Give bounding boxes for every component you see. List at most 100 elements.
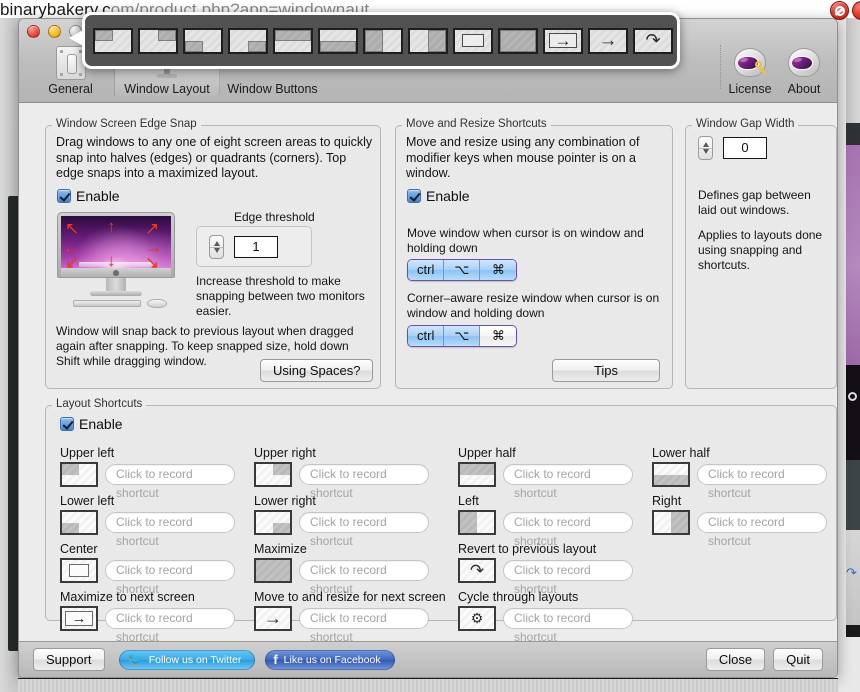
shortcut-label: Upper left: [60, 446, 115, 460]
shortcut-label: Maximize to next screen: [60, 590, 195, 604]
shortcut-record-field[interactable]: Click to record shortcut: [503, 608, 633, 644]
move-resize-description: Move and resize using any combination of…: [406, 135, 640, 180]
shortcut-lower-right: Lower right Click to record shortcut: [254, 494, 429, 548]
palette-center-layout-icon[interactable]: [453, 27, 493, 54]
gap-width-description-1: Defines gap between laid out windows.: [698, 188, 811, 217]
shortcut-record-field[interactable]: Click to record shortcut: [105, 560, 235, 596]
upper-left-layout-icon[interactable]: [60, 462, 98, 487]
toolbar-right-group: License About: [723, 43, 831, 96]
checkbox-icon: [57, 189, 71, 203]
quit-button[interactable]: Quit: [773, 648, 823, 671]
panel-edge-snap-title: Window Screen Edge Snap: [52, 118, 201, 130]
shortcut-record-field[interactable]: Click to record shortcut: [503, 560, 633, 596]
tab-general-label: General: [48, 82, 93, 96]
close-window-icon[interactable]: [27, 25, 40, 38]
palette-upper-half-layout-icon[interactable]: [273, 27, 313, 54]
palette-lower-right-layout-icon[interactable]: [228, 27, 268, 54]
shortcut-label: Lower right: [254, 494, 316, 508]
shortcut-record-field[interactable]: Click to record shortcut: [697, 464, 827, 500]
tab-window-layout-label: Window Layout: [124, 82, 210, 96]
lower-half-layout-icon[interactable]: [652, 462, 690, 487]
palette-maximize-next-screen-icon[interactable]: →: [543, 27, 583, 54]
layout-shortcuts-enable-checkbox[interactable]: Enable: [60, 416, 123, 432]
shortcut-move-next-screen: Move to and resize for next screen → Cli…: [254, 590, 446, 644]
lower-right-layout-icon[interactable]: [254, 510, 292, 535]
shortcut-record-field[interactable]: Click to record shortcut: [299, 560, 429, 596]
move-key-option[interactable]: ⌥: [444, 260, 481, 280]
gap-width-input[interactable]: 0: [723, 137, 767, 159]
move-next-screen-icon[interactable]: →: [254, 606, 292, 631]
palette-lower-left-layout-icon[interactable]: [183, 27, 223, 54]
arrow-down-icon: ↓: [107, 251, 116, 270]
resize-key-command[interactable]: ⌘: [480, 326, 517, 346]
shortcut-upper-half: Upper half Click to record shortcut: [458, 446, 633, 500]
palette-move-next-screen-icon[interactable]: →: [588, 27, 628, 54]
maximize-layout-icon[interactable]: [254, 558, 292, 583]
move-window-label: Move window when cursor is on window and…: [407, 226, 644, 255]
shortcut-label: Move to and resize for next screen: [254, 590, 446, 604]
move-key-ctrl[interactable]: ctrl: [408, 260, 445, 280]
shortcut-record-field[interactable]: Click to record shortcut: [299, 464, 429, 500]
lower-left-layout-icon[interactable]: [60, 510, 98, 535]
tab-license[interactable]: License: [723, 43, 777, 96]
resize-modifier-keys[interactable]: ctrl ⌥ ⌘: [407, 325, 518, 347]
tab-about-label: About: [787, 82, 821, 96]
move-key-command[interactable]: ⌘: [480, 260, 517, 280]
upper-right-layout-icon[interactable]: [254, 462, 292, 487]
center-layout-icon[interactable]: [60, 558, 98, 583]
shortcut-record-field[interactable]: Click to record shortcut: [697, 512, 827, 548]
upper-half-layout-icon[interactable]: [458, 462, 496, 487]
palette-right-half-layout-icon[interactable]: [408, 27, 448, 54]
tab-license-label: License: [728, 82, 772, 96]
shortcut-revert: Revert to previous layout ↷ Click to rec…: [458, 542, 633, 596]
shortcut-record-field[interactable]: Click to record shortcut: [105, 464, 235, 500]
support-button[interactable]: Support: [33, 648, 105, 671]
shortcut-center: Center Click to record shortcut: [60, 542, 235, 596]
close-button[interactable]: Close: [705, 648, 766, 671]
palette-revert-layout-icon[interactable]: ↷: [633, 27, 673, 54]
app-window: General Window Layout Window Buttons Lic…: [18, 18, 838, 678]
using-spaces-button[interactable]: Using Spaces?: [260, 359, 374, 382]
gap-width-stepper[interactable]: [698, 136, 713, 160]
minimize-window-icon[interactable]: [48, 25, 61, 38]
shortcut-record-field[interactable]: Click to record shortcut: [503, 512, 633, 548]
palette-maximize-layout-icon[interactable]: [498, 27, 538, 54]
checkbox-icon: [407, 189, 421, 203]
edge-snap-enable-checkbox[interactable]: Enable: [57, 188, 120, 204]
palette-upper-right-layout-icon[interactable]: [138, 27, 178, 54]
shortcut-record-field[interactable]: Click to record shortcut: [503, 464, 633, 500]
tab-window-buttons-label: Window Buttons: [227, 82, 318, 96]
edge-threshold-input[interactable]: 1: [234, 236, 278, 258]
palette-left-half-layout-icon[interactable]: [363, 27, 403, 54]
arrow-lower-left-icon: ↙: [65, 253, 80, 272]
edge-threshold-stepper[interactable]: [209, 235, 224, 259]
astronaut-helmet-icon: [777, 45, 831, 81]
bg-segment-b: [846, 123, 860, 145]
shortcut-record-field[interactable]: Click to record shortcut: [105, 608, 235, 644]
shortcut-label: Revert to previous layout: [458, 542, 597, 556]
bg-segment-g: [846, 625, 860, 637]
resize-key-ctrl[interactable]: ctrl: [408, 326, 445, 346]
revert-layout-icon[interactable]: ↷: [458, 558, 496, 583]
maximize-next-screen-icon[interactable]: →: [60, 606, 98, 631]
move-modifier-keys[interactable]: ctrl ⌥ ⌘: [407, 259, 518, 281]
bg-arrow-decoration: ↷: [846, 565, 857, 580]
right-half-layout-icon[interactable]: [652, 510, 690, 535]
shortcut-record-field[interactable]: Click to record shortcut: [299, 512, 429, 548]
bg-segment-a: [846, 18, 860, 123]
facebook-button[interactable]: f Like us on Facebook: [265, 649, 395, 670]
left-half-layout-icon[interactable]: [458, 510, 496, 535]
palette-upper-left-layout-icon[interactable]: [93, 27, 133, 54]
shortcut-label: Upper right: [254, 446, 316, 460]
shortcut-record-field[interactable]: Click to record shortcut: [299, 608, 429, 644]
cycle-layouts-icon[interactable]: ⚙: [458, 606, 496, 631]
palette-lower-half-layout-icon[interactable]: [318, 27, 358, 54]
tips-button[interactable]: Tips: [552, 359, 660, 382]
move-resize-enable-checkbox[interactable]: Enable: [407, 188, 470, 204]
resize-key-option[interactable]: ⌥: [444, 326, 481, 346]
astronaut-helmet-key-icon: [723, 45, 777, 81]
tab-about[interactable]: About: [777, 43, 831, 96]
panel-layout-shortcuts: Layout Shortcuts Enable Upper left Click…: [45, 398, 837, 644]
twitter-button[interactable]: 🐦 Follow us on Twitter: [118, 649, 256, 670]
shortcut-record-field[interactable]: Click to record shortcut: [105, 512, 235, 548]
